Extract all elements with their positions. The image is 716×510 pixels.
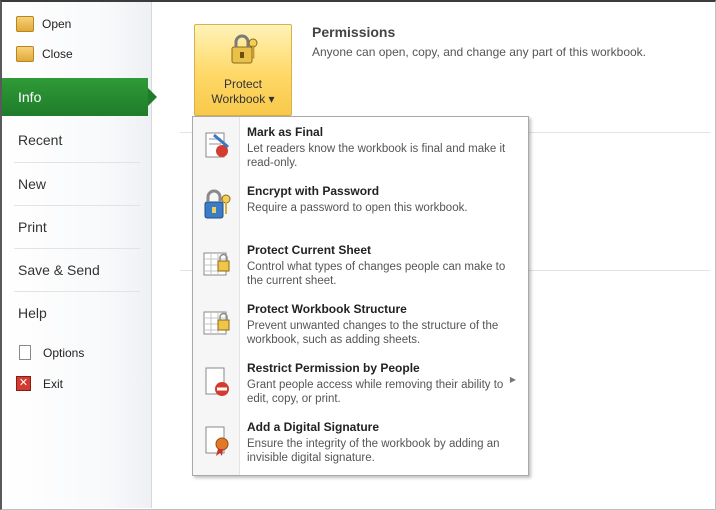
signature-icon [205,426,229,456]
menu-item-title: Restrict Permission by People [247,361,420,375]
print-tab[interactable]: Print [18,219,47,235]
menu-item-description: Require a password to open this workbook… [247,202,468,214]
menu-item-title: Add a Digital Signature [247,420,380,434]
menu-item-title: Protect Current Sheet [247,243,372,257]
menu-item-digital-signature[interactable]: Add a Digital Signature Ensure the integ… [193,412,528,470]
menu-item-description: Grant people access while removing their… [247,379,504,405]
menu-item-description: Let readers know the workbook is final a… [247,143,506,169]
exit-label: Exit [43,376,64,391]
sidebar-divider [14,205,140,206]
exit-menu-item[interactable]: ✕ Exit [16,376,63,391]
key-lock-icon [204,189,231,219]
menu-item-protect-sheet[interactable]: Protect Current Sheet Control what types… [193,235,528,293]
options-menu-item[interactable]: Options [16,345,84,360]
menu-item-title: Mark as Final [247,125,324,139]
options-label: Options [43,345,85,360]
protect-line2: Workbook ▾ [211,92,275,106]
permissions-title: Permissions [312,24,396,40]
menu-item-description: Prevent unwanted changes to the structur… [247,320,499,346]
save-send-tab[interactable]: Save & Send [18,262,100,278]
sheet-lock-icon [203,252,230,276]
menu-item-title: Encrypt with Password [247,184,380,198]
close-label: Close [42,47,73,61]
mark-final-icon [205,132,229,158]
sidebar-divider [14,162,140,163]
menu-item-description: Ensure the integrity of the workbook by … [247,438,500,464]
menu-item-encrypt-password[interactable]: Encrypt with Password Require a password… [193,176,528,234]
info-tab[interactable]: Info [2,78,157,116]
exit-icon: ✕ [16,376,31,391]
info-label: Info [18,89,42,105]
open-label: Open [42,17,72,31]
backstage-sidebar: Open Close Info Recent New Print Save & … [2,2,157,508]
permissions-description: Anyone can open, copy, and change any pa… [312,45,646,59]
menu-item-restrict-permission[interactable]: Restrict Permission by People Grant peop… [193,353,528,411]
sidebar-divider [14,291,140,292]
menu-item-mark-as-final[interactable]: Mark as Final Let readers know the workb… [193,117,528,175]
menu-item-protect-structure[interactable]: Protect Workbook Structure Prevent unwan… [193,294,528,352]
restrict-icon [205,367,229,396]
submenu-arrow-icon: ▶ [509,375,516,384]
lock-key-icon [231,34,258,64]
menu-item-title: Protect Workbook Structure [247,302,407,316]
close-menu-item[interactable]: Close [16,46,73,62]
protect-workbook-dropdown: Mark as Final Let readers know the workb… [192,116,529,476]
close-folder-icon [16,46,34,62]
protect-workbook-button[interactable]: Protect Workbook ▾ [194,24,292,116]
open-menu-item[interactable]: Open [16,16,71,32]
recent-tab[interactable]: Recent [18,132,62,148]
open-folder-icon [16,16,34,32]
new-tab[interactable]: New [18,176,46,192]
menu-item-description: Control what types of changes people can… [247,261,506,287]
workbook-lock-icon [203,311,230,335]
protect-line1: Protect [223,77,262,91]
sidebar-divider [14,248,140,249]
help-tab[interactable]: Help [18,305,47,321]
options-icon [19,345,31,360]
